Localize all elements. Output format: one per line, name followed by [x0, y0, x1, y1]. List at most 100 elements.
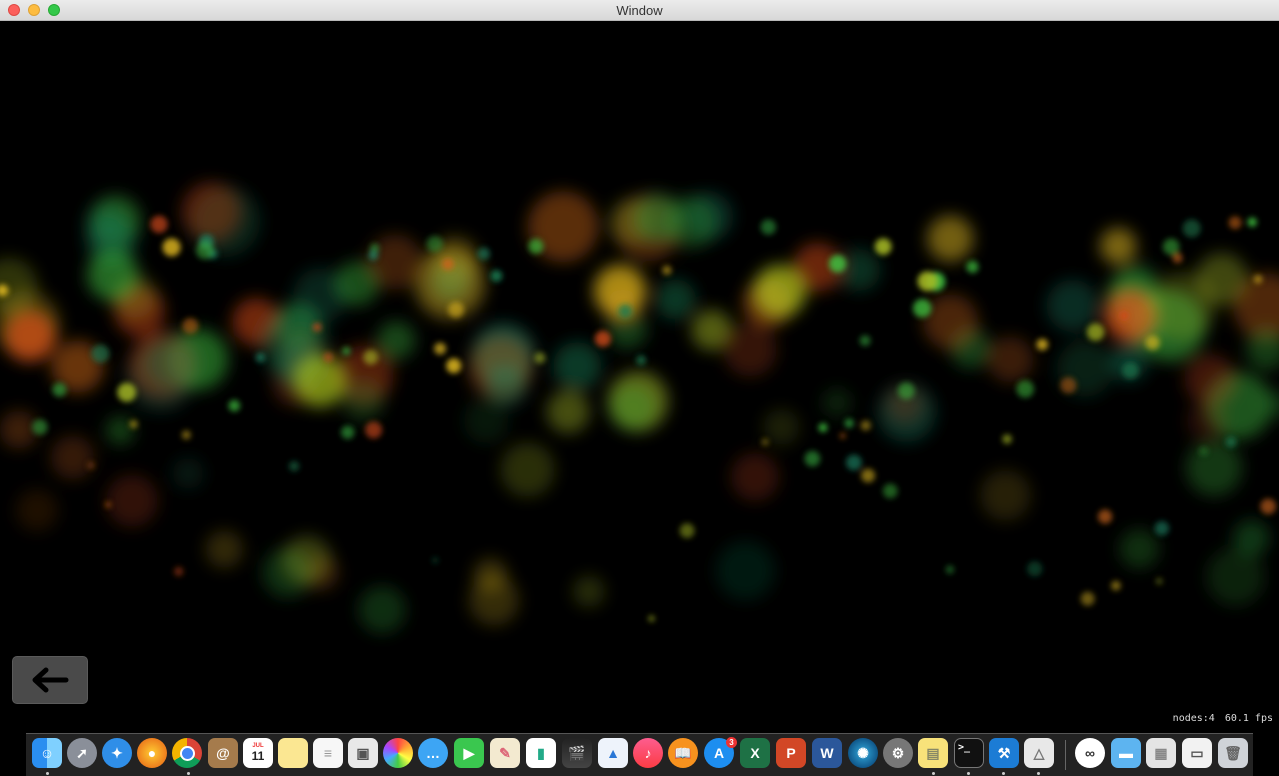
bokeh-particle: [255, 352, 266, 363]
bokeh-particle: [763, 409, 800, 446]
bokeh-particle: [196, 241, 214, 260]
bokeh-particle: [818, 423, 828, 433]
dock: ☺ ➚ ✦ ● @ JUL 11 ≡ ▣ … ▶ ✎ ▮ 🎬 ▲ ♪ 📖 A3 X…: [26, 733, 1253, 776]
launchpad-icon[interactable]: ➚: [67, 738, 97, 768]
notes-icon[interactable]: [278, 738, 308, 768]
bokeh-particle: [4, 310, 56, 362]
contacts-icon[interactable]: @: [208, 738, 238, 768]
ibooks-icon[interactable]: 📖: [668, 738, 698, 768]
documents-stack-icon[interactable]: ▦: [1146, 738, 1176, 768]
bokeh-particle: [1186, 401, 1226, 441]
bokeh-particle: [838, 248, 881, 292]
bokeh-particle: [1027, 561, 1043, 577]
itunes-icon[interactable]: ♪: [633, 738, 663, 768]
stats-readout: nodes:4 60.1 fps: [1163, 713, 1273, 724]
back-button[interactable]: [12, 656, 88, 704]
bokeh-particle: [715, 541, 775, 601]
bokeh-particle: [655, 279, 696, 320]
excel-letter: X: [750, 745, 760, 761]
reminders-icon[interactable]: ≡: [313, 738, 343, 768]
firefox-icon[interactable]: ●: [137, 738, 167, 768]
finder-icon[interactable]: ☺: [32, 738, 62, 768]
bokeh-particle: [874, 238, 892, 256]
bokeh-particle: [859, 335, 871, 346]
powerpoint-icon[interactable]: P: [776, 738, 806, 768]
bokeh-particle: [1060, 377, 1077, 394]
xcode-icon[interactable]: ⚒: [989, 738, 1019, 768]
bokeh-particle: [172, 457, 204, 490]
terminal-prompt: >_: [958, 742, 971, 753]
bokeh-particle: [1046, 279, 1099, 332]
bokeh-particle: [363, 350, 379, 365]
bokeh-particle: [181, 430, 191, 440]
bokeh-particle: [839, 432, 846, 439]
bokeh-particle: [662, 265, 672, 275]
word-icon[interactable]: W: [812, 738, 842, 768]
calendar-icon[interactable]: JUL 11: [243, 738, 273, 768]
photos-icon[interactable]: [383, 738, 413, 768]
bokeh-particle: [679, 523, 695, 539]
bokeh-particle: [1119, 529, 1159, 569]
bokeh-particle: [927, 215, 974, 262]
bokeh-particle: [377, 321, 416, 360]
bokeh-particle: [87, 461, 95, 470]
bokeh-particle: [1104, 290, 1156, 342]
bokeh-particle: [573, 575, 605, 608]
bokeh-particle: [162, 238, 181, 257]
bokeh-particle: [1233, 520, 1270, 556]
bokeh-particle: [434, 342, 447, 355]
bokeh-particle: [822, 388, 852, 418]
bokeh-particle: [1184, 354, 1236, 405]
bokeh-particle: [205, 530, 243, 568]
network-people-icon[interactable]: ✺: [848, 738, 878, 768]
terminal-icon[interactable]: >_: [954, 738, 984, 768]
bokeh-particle: [648, 615, 655, 622]
powerpoint-letter: P: [786, 745, 796, 761]
bokeh-particle: [500, 442, 555, 497]
preview-icon[interactable]: ▣: [348, 738, 378, 768]
bokeh-particle: [609, 384, 656, 431]
instruments-icon[interactable]: △: [1024, 738, 1054, 768]
bokeh-particle: [15, 489, 59, 532]
system-preferences-icon[interactable]: ⚙: [883, 738, 913, 768]
bokeh-particle: [117, 382, 137, 402]
bokeh-particle: [87, 249, 139, 301]
bokeh-particle: [1260, 498, 1276, 515]
pages-icon[interactable]: ✎: [490, 738, 520, 768]
bokeh-particle: [174, 566, 184, 577]
calendar-day: 11: [251, 749, 265, 763]
trash-icon[interactable]: 🗑: [1218, 738, 1248, 768]
bokeh-particle: [987, 336, 1034, 383]
bokeh-particle: [594, 330, 612, 347]
bokeh-particle: [1086, 323, 1105, 341]
bokeh-particle: [0, 410, 38, 449]
bokeh-particle: [723, 323, 777, 377]
facetime-icon[interactable]: ▶: [454, 738, 484, 768]
bokeh-particle: [426, 235, 443, 253]
app-store-icon[interactable]: A3: [704, 737, 737, 768]
bokeh-particle: [323, 352, 334, 363]
stickies-icon[interactable]: ▤: [918, 738, 948, 768]
keynote-icon[interactable]: ▲: [598, 738, 628, 768]
folder-icon[interactable]: ▬: [1111, 738, 1141, 768]
bokeh-particle: [32, 419, 48, 435]
bokeh-particle: [228, 399, 241, 412]
messages-icon[interactable]: …: [418, 738, 448, 768]
bokeh-particle: [105, 474, 159, 527]
connection-app-icon[interactable]: ∞: [1075, 738, 1105, 768]
bokeh-particle: [1036, 338, 1049, 351]
running-indicator: [46, 772, 49, 775]
excel-icon[interactable]: X: [740, 738, 770, 768]
safari-icon[interactable]: ✦: [102, 738, 132, 768]
bokeh-particle: [367, 234, 423, 290]
bokeh-particle: [1145, 335, 1160, 350]
bokeh-particle: [1122, 362, 1139, 379]
bokeh-particle: [446, 358, 462, 374]
bokeh-particle: [181, 182, 240, 241]
downloads-stack-icon[interactable]: ▭: [1182, 738, 1212, 768]
bokeh-particle: [553, 342, 602, 391]
bokeh-particle: [473, 558, 508, 592]
numbers-icon[interactable]: ▮: [526, 738, 556, 768]
final-cut-pro-icon[interactable]: 🎬: [562, 738, 592, 768]
chrome-icon[interactable]: [172, 738, 202, 768]
